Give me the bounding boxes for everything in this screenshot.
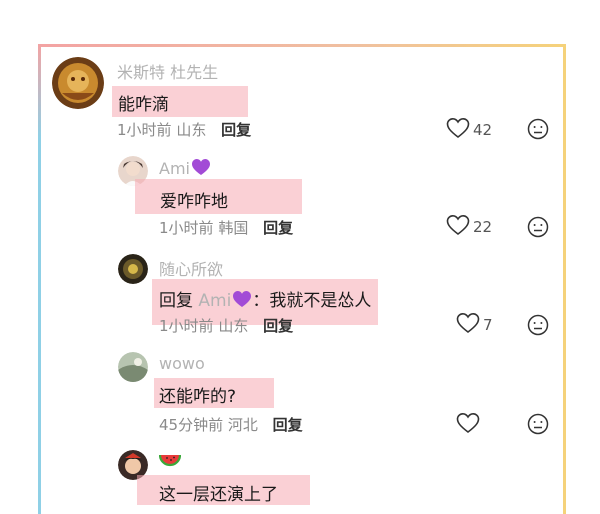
avatar[interactable] [118,352,148,382]
avatar[interactable] [118,254,148,284]
neutral-face-icon[interactable] [527,118,549,144]
username[interactable]: 随心所欲 [159,256,223,280]
mention-link[interactable]: Ami [198,291,231,311]
username[interactable]: Ami [159,158,211,180]
frame-left-border [38,44,41,514]
comment-location: 山东 [176,121,207,139]
purple-heart-emoji [191,158,211,180]
reply-button[interactable]: 回复 [263,219,293,237]
like-count: 42 [473,121,493,139]
heart-outline-icon [446,117,470,143]
comment-body: ：我就不是怂人 [252,291,372,311]
comment-meta: 45分钟前 河北 回复 [159,414,303,435]
neutral-face-icon[interactable] [527,413,549,439]
comment-location: 韩国 [218,219,249,237]
comment-meta: 1小时前 山东 回复 [117,119,251,140]
like-button[interactable]: 22 [446,214,492,240]
comment-text: 能咋滴 [118,95,169,115]
like-button[interactable]: 42 [446,117,492,143]
comment-meta: 1小时前 山东 回复 [159,315,293,336]
heart-outline-icon [456,312,480,338]
comment-time: 45分钟前 [159,416,224,434]
comment-text: 这一层还演上了 [159,485,278,505]
reply-button[interactable]: 回复 [273,416,303,434]
neutral-face-icon[interactable] [527,314,549,340]
frame-right-border [563,44,566,514]
like-count: 22 [473,218,493,236]
comment-meta: 1小时前 韩国 回复 [159,217,293,238]
heart-outline-icon [456,412,480,438]
frame-top-border [38,44,566,47]
comment-time: 1小时前 [159,317,214,335]
reply-prefix: 回复 [159,291,193,311]
reply-button[interactable]: 回复 [263,317,293,335]
username[interactable]: 米斯特 杜先生 [117,59,218,83]
purple-heart-emoji [232,290,252,313]
comment-location: 山东 [218,317,249,335]
comment-text: 还能咋的? [159,387,237,407]
comment-time: 1小时前 [117,121,172,139]
neutral-face-icon[interactable] [527,216,549,242]
like-count: 7 [483,316,493,334]
comment-text: 爱咋咋地 [160,192,228,212]
comment-time: 1小时前 [159,219,214,237]
heart-outline-icon [446,214,470,240]
like-button[interactable] [456,412,483,438]
watermelon-emoji [158,454,182,473]
comment-location: 河北 [227,416,258,434]
like-button[interactable]: 7 [456,312,493,338]
username[interactable]: wowo [159,354,205,373]
username[interactable] [158,453,182,473]
reply-button[interactable]: 回复 [221,121,251,139]
avatar[interactable] [52,57,104,109]
comment-text: 回复 Ami ：我就不是怂人 [159,286,371,313]
